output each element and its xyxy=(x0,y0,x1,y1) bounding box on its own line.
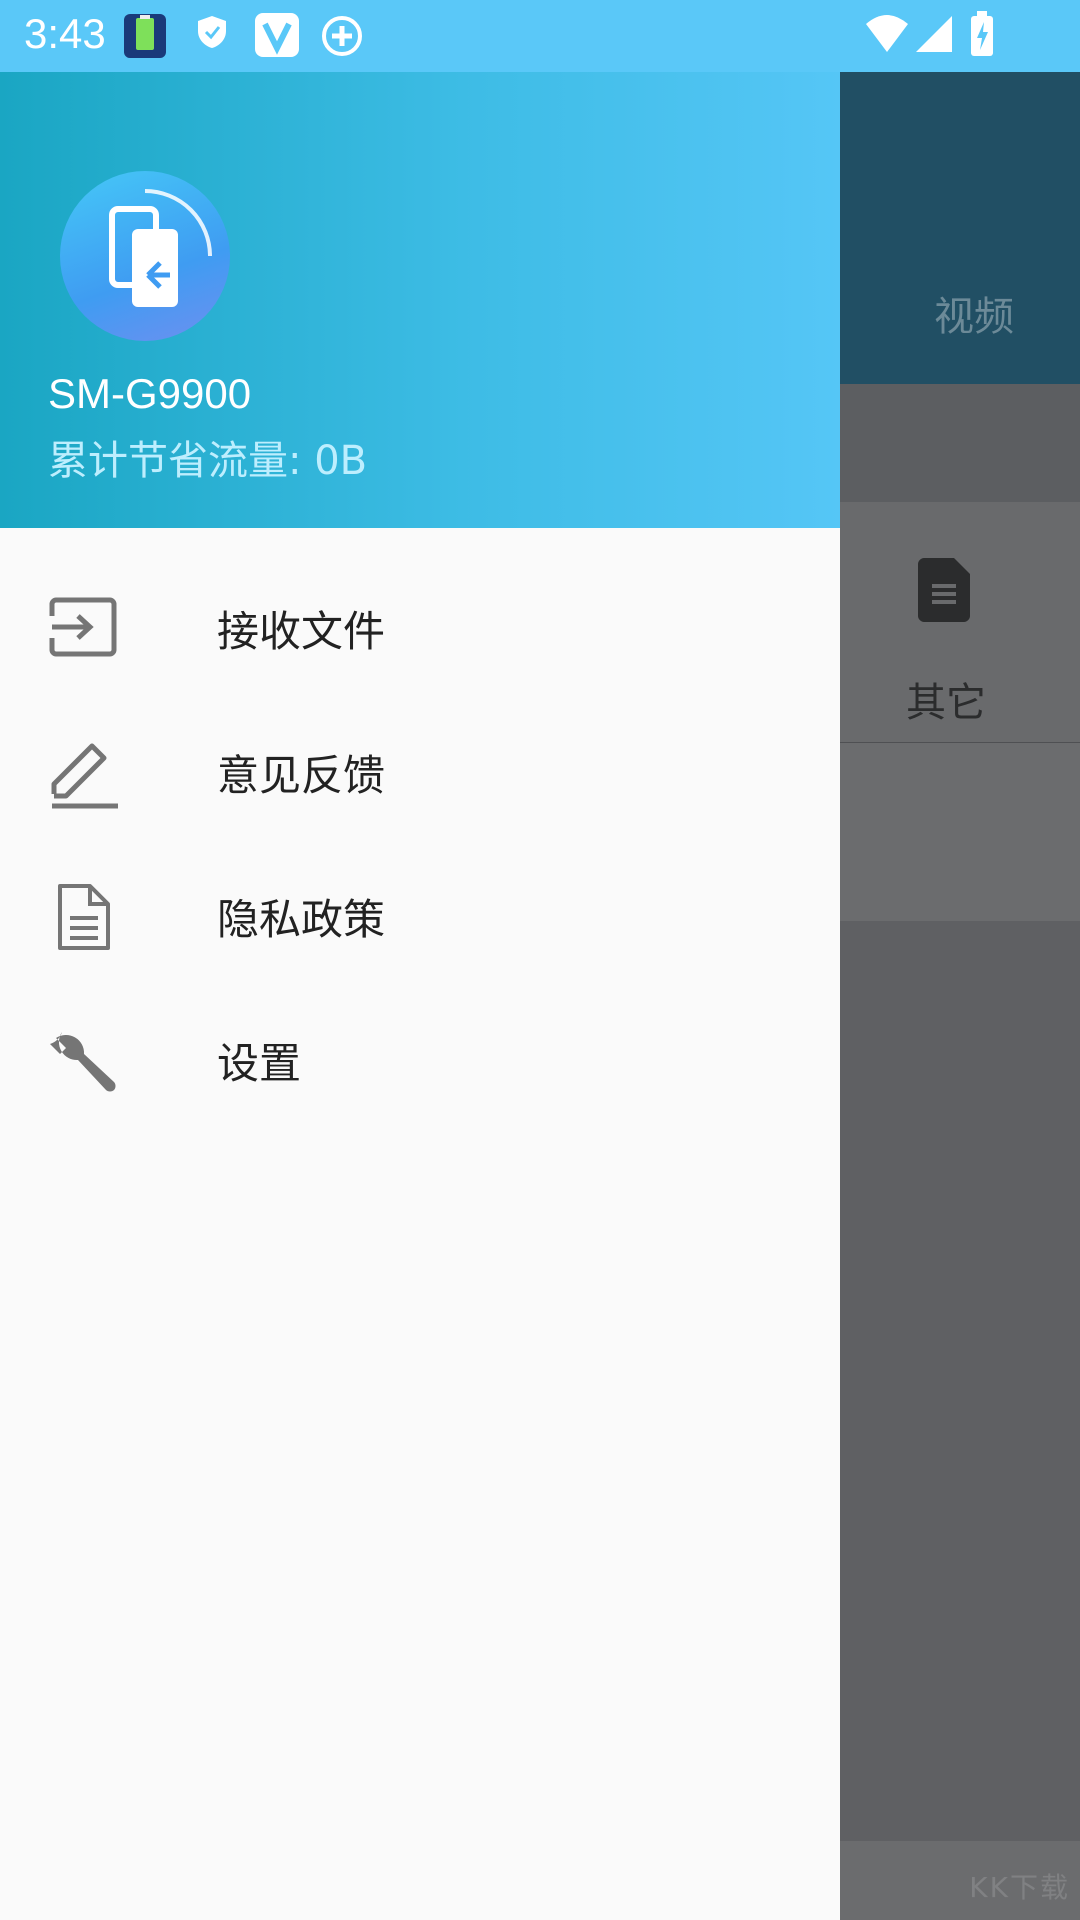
status-time: 3:43 xyxy=(24,10,106,57)
add-circle-icon xyxy=(322,16,362,56)
menu-label: 接收文件 xyxy=(217,607,386,656)
drawer-header: SM-G9900 累计节省流量: 0B xyxy=(0,72,840,528)
menu-label: 设置 xyxy=(217,1039,302,1088)
menu-label: 隐私政策 xyxy=(217,895,386,944)
menu-item-settings[interactable]: 设置 xyxy=(0,1000,840,1144)
shield-icon xyxy=(198,16,226,48)
app-logo xyxy=(60,171,230,341)
menu-item-receive-file[interactable]: 接收文件 xyxy=(0,568,840,712)
document-outline-icon xyxy=(58,884,110,950)
status-bar: 3:43 xyxy=(0,0,1080,72)
vivo-v-icon xyxy=(255,13,299,57)
document-icon xyxy=(918,558,970,622)
wrench-icon xyxy=(50,1032,116,1092)
wifi-icon xyxy=(866,15,908,52)
signal-icon xyxy=(916,16,952,52)
edit-pen-icon xyxy=(51,743,118,809)
receive-file-icon xyxy=(49,597,117,657)
drawer-menu: 接收文件 意见反馈 隐私政策 设置 xyxy=(0,568,840,1144)
device-name: SM-G9900 xyxy=(48,370,252,417)
category-other-label[interactable]: 其它 xyxy=(906,670,986,728)
navigation-drawer[interactable]: SM-G9900 累计节省流量: 0B 接收文件 意见反馈 隐私政策 设置 xyxy=(0,72,840,1920)
menu-item-privacy-policy[interactable]: 隐私政策 xyxy=(0,856,840,1000)
menu-label: 意见反馈 xyxy=(217,751,386,800)
menu-item-feedback[interactable]: 意见反馈 xyxy=(0,712,840,856)
battery-app-icon xyxy=(124,14,166,58)
watermark: KK下载 xyxy=(969,1871,1070,1904)
phone-transfer-icon xyxy=(109,189,212,307)
tab-video[interactable]: 视频 xyxy=(934,284,1014,342)
battery-charging-icon xyxy=(971,11,993,56)
saved-traffic-text: 累计节省流量: 0B xyxy=(48,438,368,484)
